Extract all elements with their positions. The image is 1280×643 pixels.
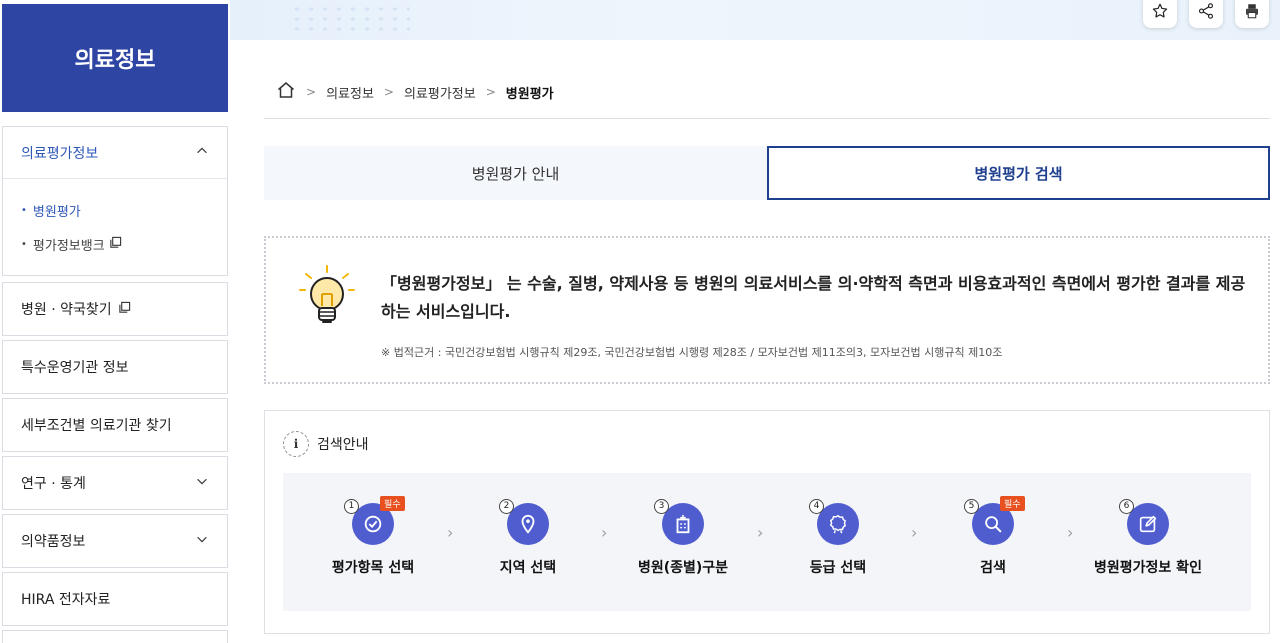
sidebar-item-label: 의료평가정보 xyxy=(21,145,99,162)
breadcrumb: > 의료정보 > 의료평가정보 > 병원평가 xyxy=(276,80,554,104)
check-icon: 1 필수 xyxy=(344,496,405,545)
sidebar-item-detailed-search[interactable]: 세부조건별 의료기관 찾기 xyxy=(2,398,228,452)
step-number: 4 xyxy=(809,499,824,514)
sidebar-item-label: 의약품정보 xyxy=(21,534,86,550)
sidebar-subitem-evaluation-bank[interactable]: • 평가정보뱅크 xyxy=(21,227,209,261)
search-icon: 5 필수 xyxy=(964,496,1025,545)
step-4: 4 등급 선택 xyxy=(758,499,918,577)
sidebar-subitem-label: 평가정보뱅크 xyxy=(32,238,105,254)
external-link-icon xyxy=(118,301,131,318)
sidebar-item-label: HIRA 전자자료 xyxy=(21,592,111,608)
step-label: 등급 선택 xyxy=(809,560,867,576)
sidebar-subitem-hospital-evaluation[interactable]: • 병원평가 xyxy=(21,193,209,227)
info-description: 「병원평가정보」 는 수술, 질병, 약제사용 등 병원의 의료서비스를 의·약… xyxy=(381,274,1246,321)
breadcrumb-item[interactable]: 의료정보 xyxy=(326,83,374,102)
sidebar-item-special-institutions[interactable]: 특수운영기관 정보 xyxy=(2,340,228,394)
tab-evaluation-guide[interactable]: 병원평가 안내 xyxy=(264,146,767,200)
step-5: 5 필수 검색 xyxy=(913,496,1073,577)
search-guide-title: i 검색안내 xyxy=(283,431,369,457)
search-guide: i 검색안내 1 필수 평가항목 선택 › 2 지역 선택 › 3 병원(종별)… xyxy=(264,410,1270,634)
step-3: 3 병원(종별)구분 xyxy=(603,499,763,577)
sidebar-subitem-label: 병원평가 xyxy=(32,204,81,220)
bullet-icon: • xyxy=(21,204,27,216)
print-button[interactable] xyxy=(1235,0,1269,28)
favorite-button[interactable] xyxy=(1143,0,1177,28)
sidebar-group-evaluation: 의료평가정보 • 병원평가 • 평가정보뱅크 xyxy=(2,126,228,276)
step-number: 2 xyxy=(499,499,514,514)
step-number: 5 xyxy=(964,499,979,514)
badge-icon: 4 xyxy=(809,499,859,545)
sidebar-item-label: 특수운영기관 정보 xyxy=(21,360,129,376)
sidebar-item-hospital-search[interactable]: 병원 · 약국찾기 xyxy=(2,282,228,336)
step-label: 병원평가정보 확인 xyxy=(1094,560,1202,576)
step-number: 6 xyxy=(1119,499,1134,514)
step-1: 1 필수 평가항목 선택 xyxy=(293,496,453,577)
legal-basis-note: ※ 법적근거 : 국민건강보험법 시행규칙 제29조, 국민건강보험법 시행령 … xyxy=(381,346,1003,359)
required-badge: 필수 xyxy=(1000,496,1025,511)
search-guide-title-text: 검색안내 xyxy=(317,437,369,453)
sidebar-item-hira-data[interactable]: HIRA 전자자료 xyxy=(2,572,228,626)
print-icon xyxy=(1246,4,1258,19)
sidebar-item-research-stats[interactable]: 연구 · 통계 xyxy=(2,456,228,510)
sidebar-title: 의료정보 xyxy=(2,4,228,112)
top-banner xyxy=(230,0,1280,40)
breadcrumb-separator-icon: > xyxy=(306,85,317,99)
edit-icon: 6 xyxy=(1119,499,1169,545)
step-number: 1 xyxy=(344,499,359,514)
breadcrumb-current: 병원평가 xyxy=(505,86,554,102)
step-2: 2 지역 선택 xyxy=(448,499,608,577)
page: 의료정보 의료평가정보 • 병원평가 • 평가정보뱅크 병원 · 약국찾기 특수… xyxy=(0,0,1280,643)
search-steps: 1 필수 평가항목 선택 › 2 지역 선택 › 3 병원(종별)구분 › 4 … xyxy=(283,473,1251,611)
breadcrumb-item[interactable]: 의료평가정보 xyxy=(404,83,476,102)
bullet-icon: • xyxy=(21,238,27,250)
breadcrumb-separator-icon: > xyxy=(485,85,496,99)
sidebar-item-evaluation-info[interactable]: 의료평가정보 xyxy=(3,127,227,179)
chevron-down-icon xyxy=(195,474,209,492)
info-icon: i xyxy=(283,431,309,457)
breadcrumb-separator-icon: > xyxy=(383,85,394,99)
chevron-down-icon xyxy=(195,532,209,550)
sidebar-item-label: 병원 · 약국찾기 xyxy=(21,302,112,318)
info-box: 「병원평가정보」 는 수술, 질병, 약제사용 등 병원의 의료서비스를 의·약… xyxy=(264,236,1270,384)
hospital-building-icon: 3 xyxy=(654,499,704,545)
external-link-icon xyxy=(109,236,122,253)
sidebar-item-next[interactable] xyxy=(2,630,228,643)
location-pin-icon: 2 xyxy=(499,499,549,545)
tab-evaluation-search[interactable]: 병원평가 검색 xyxy=(767,146,1270,200)
step-6: 6 병원평가정보 확인 xyxy=(1068,499,1228,577)
share-icon xyxy=(1198,3,1214,19)
required-badge: 필수 xyxy=(380,496,405,511)
step-label: 평가항목 선택 xyxy=(331,560,415,576)
lightbulb-icon xyxy=(299,265,355,323)
sidebar-item-drug-info[interactable]: 의약품정보 xyxy=(2,514,228,568)
star-icon xyxy=(1152,3,1168,18)
chevron-up-icon xyxy=(195,144,209,162)
step-label: 검색 xyxy=(980,560,1006,576)
step-number: 3 xyxy=(654,499,669,514)
sidebar-item-label: 세부조건별 의료기관 찾기 xyxy=(21,418,172,434)
sidebar-item-label: 연구 · 통계 xyxy=(21,476,86,492)
divider xyxy=(264,118,1270,119)
home-icon[interactable] xyxy=(276,80,296,104)
step-label: 지역 선택 xyxy=(499,560,557,576)
share-button[interactable] xyxy=(1189,0,1223,28)
sidebar-submenu: • 병원평가 • 평가정보뱅크 xyxy=(3,179,227,271)
step-label: 병원(종별)구분 xyxy=(637,560,729,576)
